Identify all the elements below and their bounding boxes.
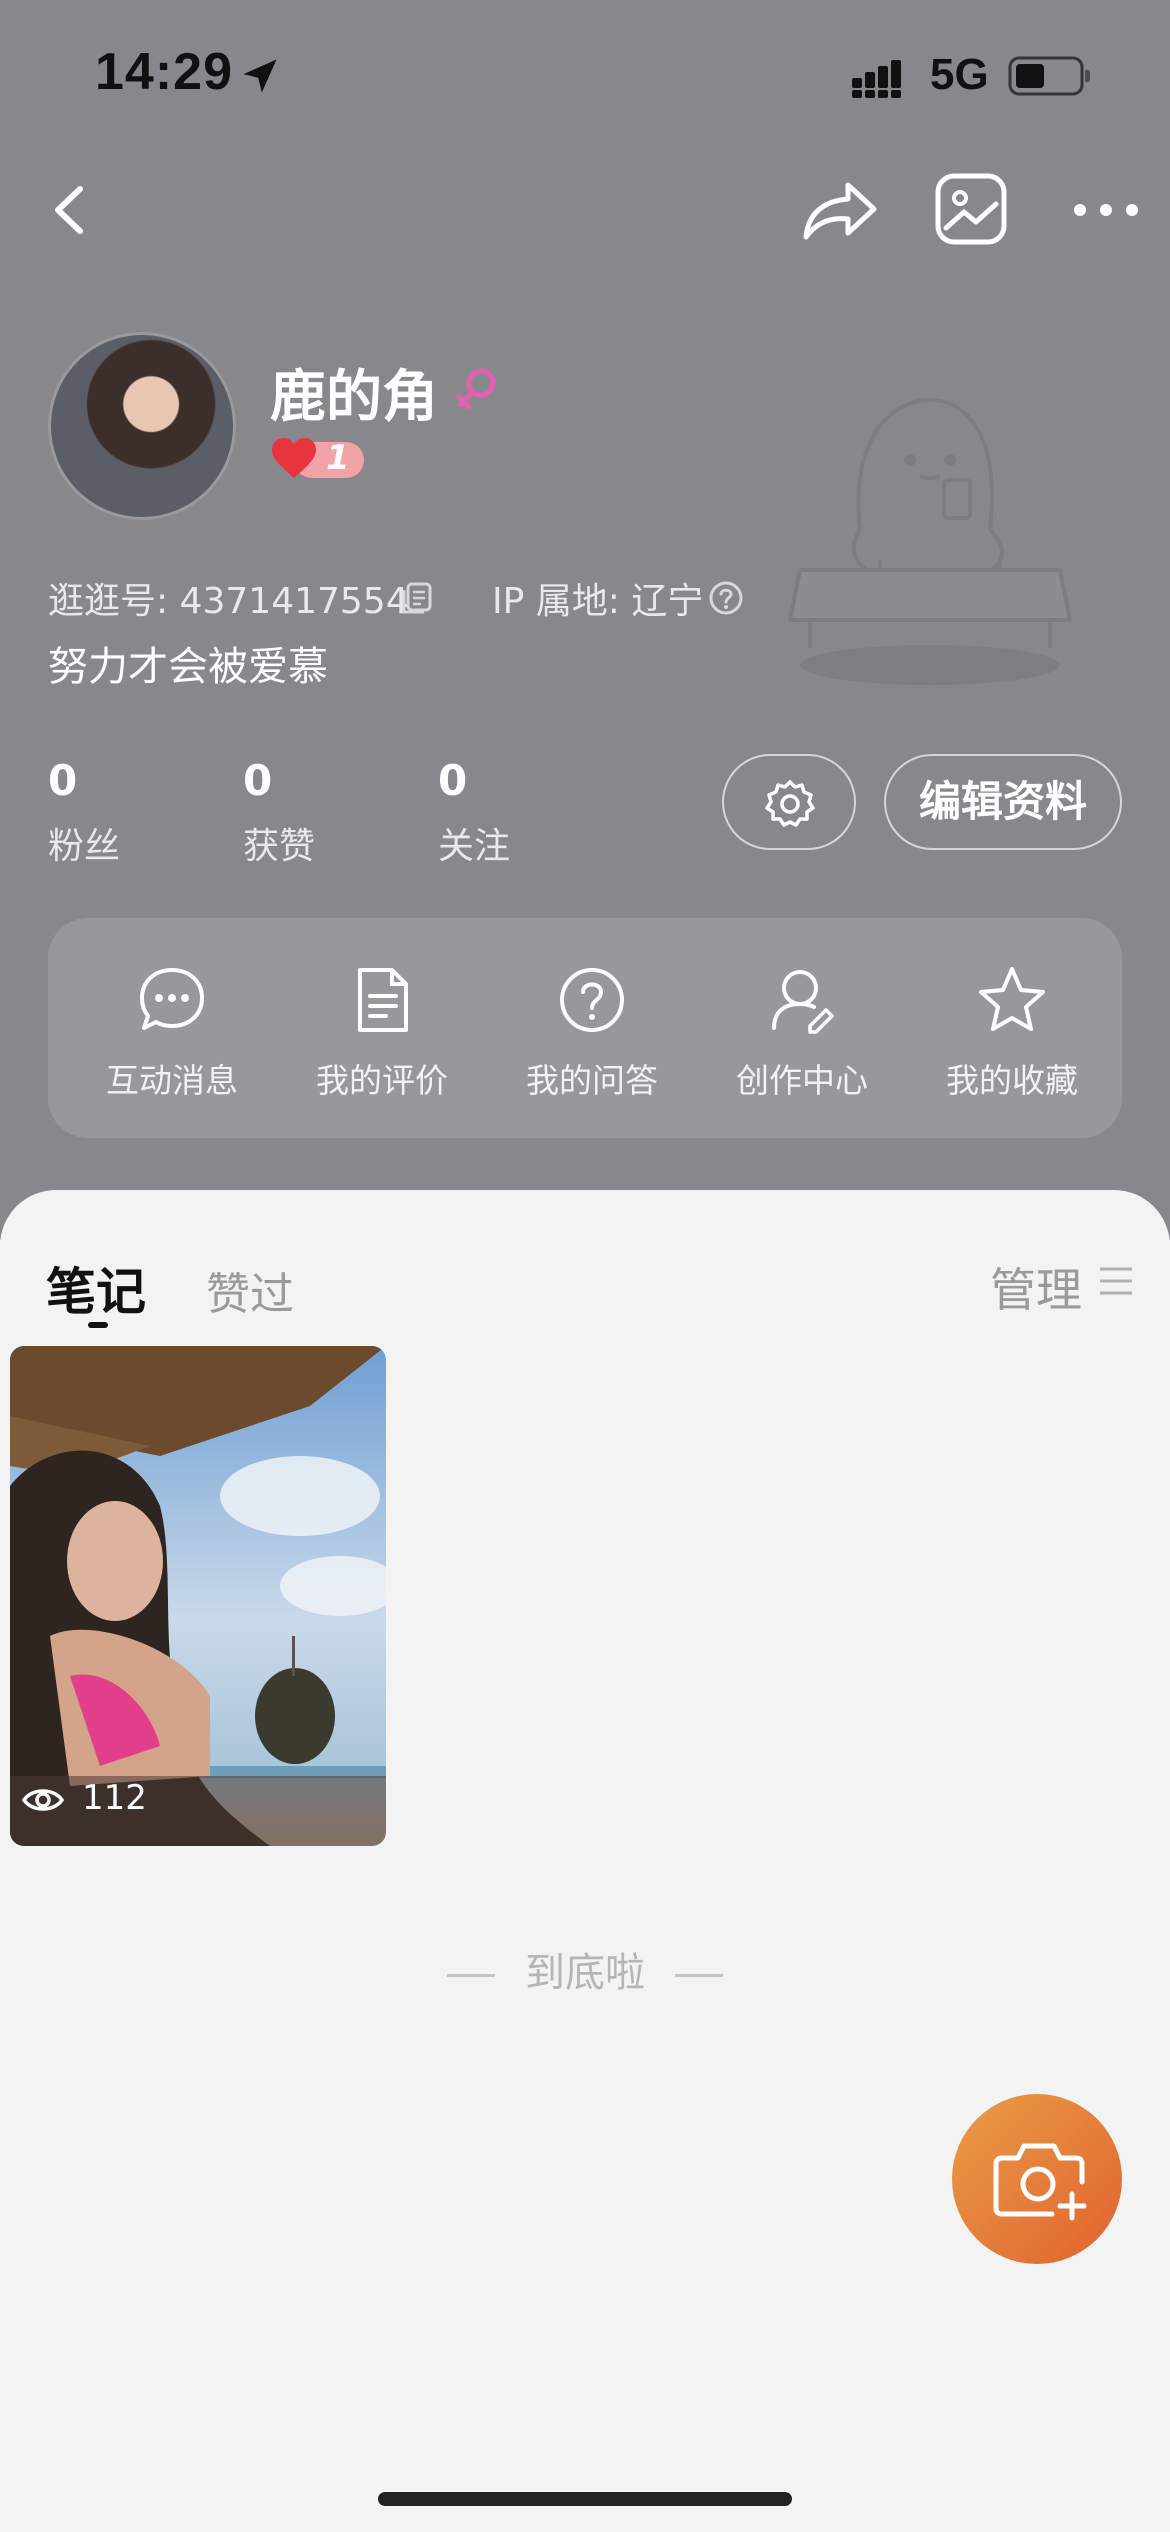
ip-location: IP 属地: 辽宁 <box>492 581 704 622</box>
more-icon[interactable] <box>1070 195 1142 225</box>
quick-item-reviews[interactable]: 我的评价 <box>292 964 472 1102</box>
user-id: 逛逛号: 4371417554 <box>48 581 409 622</box>
stat-value: 0 <box>438 756 468 805</box>
network-type: 5G <box>930 50 989 99</box>
bio: 努力才会被爱慕 <box>48 644 328 690</box>
stat-value: 0 <box>48 756 78 805</box>
help-icon[interactable] <box>708 580 744 616</box>
home-indicator[interactable] <box>378 2492 792 2506</box>
quick-item-qa[interactable]: 我的问答 <box>502 964 682 1102</box>
quick-item-messages[interactable]: 互动消息 <box>82 964 262 1102</box>
quick-menu-panel: 互动消息 我的评价 我的问答 创作中心 我的收藏 <box>48 918 1122 1138</box>
divider-right <box>675 1973 723 1977</box>
eye-icon <box>22 1789 64 1811</box>
female-gender-icon <box>456 368 496 410</box>
battery-icon <box>1008 56 1090 96</box>
manage-button[interactable]: 管理 <box>990 1254 1082 1320</box>
status-bar: 14:29 5G <box>0 0 1170 150</box>
end-of-list-text: 到底啦 <box>525 1950 645 1996</box>
quick-item-label: 我的评价 <box>316 1061 448 1100</box>
stat-likes[interactable]: 0 获赞 <box>243 756 403 869</box>
change-background-icon[interactable] <box>934 172 1008 246</box>
status-time: 14:29 <box>95 43 233 101</box>
copy-icon[interactable] <box>400 580 436 616</box>
quick-item-label: 我的收藏 <box>946 1061 1078 1100</box>
share-icon[interactable] <box>800 175 880 245</box>
avatar[interactable] <box>48 332 236 520</box>
stat-label: 获赞 <box>243 826 316 867</box>
tab-notes[interactable]: 笔记 <box>46 1252 146 1324</box>
stat-following[interactable]: 0 关注 <box>438 756 598 869</box>
back-icon[interactable] <box>40 175 100 245</box>
quick-item-label: 创作中心 <box>736 1061 868 1100</box>
document-icon <box>358 968 408 1032</box>
star-icon <box>979 967 1045 1031</box>
gear-icon <box>765 780 815 827</box>
stat-label: 粉丝 <box>48 826 121 867</box>
quick-item-label: 互动消息 <box>106 1061 238 1100</box>
camera-publish-button[interactable] <box>952 2094 1122 2264</box>
chat-bubble-icon <box>140 968 204 1030</box>
camera-plus-icon <box>993 2143 1087 2221</box>
stat-value: 0 <box>243 756 273 805</box>
edit-profile-button[interactable]: 编辑资料 <box>884 754 1122 850</box>
level-badge-icon <box>272 438 364 478</box>
settings-button[interactable] <box>722 754 856 850</box>
divider-left <box>447 1973 495 1977</box>
signal-icon <box>852 60 901 98</box>
location-arrow-icon <box>243 59 277 93</box>
note-view-count: 112 <box>82 1778 147 1818</box>
quick-item-favorites[interactable]: 我的收藏 <box>922 964 1102 1102</box>
quick-item-label: 我的问答 <box>526 1061 658 1100</box>
quick-item-creator[interactable]: 创作中心 <box>712 964 892 1102</box>
creator-icon <box>772 970 834 1034</box>
stat-followers[interactable]: 0 粉丝 <box>48 756 208 869</box>
tab-liked[interactable]: 赞过 <box>206 1258 294 1322</box>
stat-label: 关注 <box>438 826 511 867</box>
note-cover-image <box>10 1346 386 1846</box>
menu-lines-icon[interactable] <box>1098 1266 1134 1296</box>
level-number: 1 <box>326 438 350 478</box>
question-icon <box>560 968 624 1032</box>
tab-active-indicator <box>88 1322 108 1328</box>
end-of-list: 到底啦 <box>0 1940 1170 1998</box>
mascot-illustration-icon <box>788 398 1072 685</box>
note-card[interactable] <box>10 1346 386 1846</box>
nickname: 鹿的角 <box>270 365 438 430</box>
